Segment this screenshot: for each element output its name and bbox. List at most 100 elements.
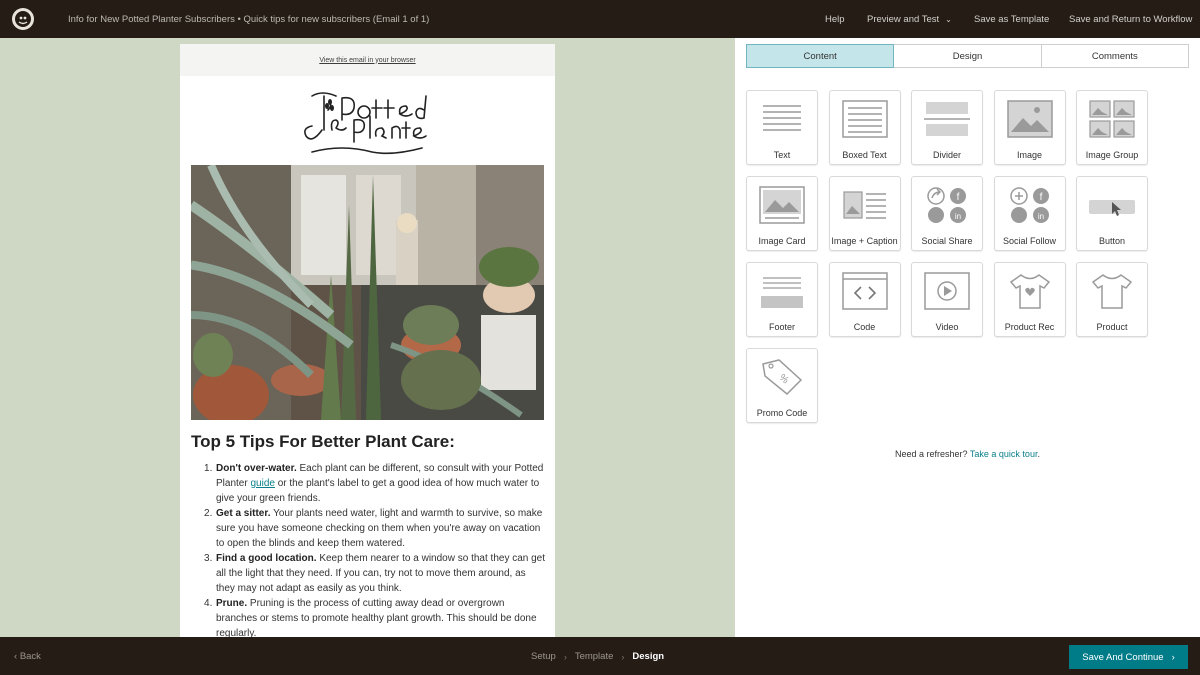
view-in-browser-link[interactable]: View this email in your browser [319, 57, 415, 64]
promo-code-tag-icon: % [762, 359, 803, 396]
preview-and-test-menu[interactable]: Preview and Test ⌄ [867, 14, 952, 25]
list-item: Find a good location. Keep them nearer t… [204, 551, 546, 596]
block-label: Boxed Text [842, 150, 887, 160]
svg-text:f: f [1039, 192, 1042, 203]
step-template[interactable]: Template [575, 651, 614, 662]
email-canvas: View this email in your browser Top 5 Ti… [0, 38, 735, 637]
block-image-group[interactable]: Image Group [1076, 90, 1148, 165]
block-label: Promo Code [756, 408, 808, 418]
image-block-icon [1006, 100, 1053, 138]
svg-text:in: in [955, 212, 961, 221]
mailchimp-logo-icon[interactable] [11, 7, 35, 31]
hero-plant-image[interactable] [191, 165, 544, 420]
panel-tabs: Content Design Comments [746, 44, 1189, 68]
step-design[interactable]: Design [632, 651, 664, 662]
block-footer[interactable]: Footer [746, 262, 818, 337]
list-item: Prune. Pruning is the process of cutting… [204, 596, 546, 637]
content-panel: Content Design Comments Text Boxed Text … [735, 38, 1200, 637]
svg-text:f: f [957, 192, 960, 203]
step-setup[interactable]: Setup [531, 651, 556, 662]
block-divider[interactable]: Divider [911, 90, 983, 165]
tip-title: Don't over-water. [216, 463, 297, 474]
campaign-title: Info for New Potted Planter Subscribers … [68, 14, 430, 25]
button-block-icon [1089, 200, 1135, 216]
tab-comments[interactable]: Comments [1042, 45, 1188, 67]
block-image-caption[interactable]: Image + Caption [828, 176, 901, 251]
content-blocks-grid: Text Boxed Text Divider Image Image Grou… [746, 90, 1166, 423]
save-and-continue-button[interactable]: Save And Continue › [1069, 645, 1188, 669]
potted-planter-logo[interactable] [302, 86, 432, 158]
block-label: Footer [768, 322, 795, 332]
block-image-card[interactable]: Image Card [746, 176, 818, 251]
video-block-icon [924, 272, 970, 310]
chevron-down-icon: ⌄ [945, 15, 952, 24]
block-image[interactable]: Image [993, 90, 1066, 165]
save-and-continue-label: Save And Continue [1082, 651, 1164, 663]
social-follow-block-icon: f in [1009, 187, 1049, 223]
block-text[interactable]: Text [746, 90, 818, 165]
list-item: Don't over-water. Each plant can be diff… [204, 461, 546, 506]
block-label: Code [853, 322, 876, 332]
block-label: Product [1096, 322, 1128, 332]
block-label: Image + Caption [831, 236, 898, 246]
help-link[interactable]: Help [825, 14, 845, 25]
list-item: Get a sitter. Your plants need water, li… [204, 506, 546, 551]
social-share-block-icon: f in [927, 187, 966, 223]
svg-text:%: % [777, 372, 791, 386]
block-promo-code[interactable]: % Promo Code [746, 348, 818, 423]
save-and-return-link[interactable]: Save and Return to Workflow [1069, 14, 1192, 25]
image-group-block-icon [1089, 100, 1135, 138]
preheader: View this email in your browser [180, 44, 555, 76]
divider-block-icon [924, 102, 970, 136]
email-heading: Top 5 Tips For Better Plant Care: [191, 432, 455, 451]
save-as-template-link[interactable]: Save as Template [974, 14, 1049, 25]
block-label: Social Share [921, 236, 973, 246]
block-label: Video [935, 322, 959, 332]
code-block-icon [841, 272, 888, 310]
tips-list: Don't over-water. Each plant can be diff… [204, 461, 546, 637]
tab-design[interactable]: Design [894, 45, 1042, 67]
bottom-bar: ‹ Back Setup › Template › Design [0, 637, 1200, 675]
block-label: Image [1016, 150, 1042, 160]
block-social-share[interactable]: f in Social Share [911, 176, 983, 251]
block-label: Divider [932, 150, 961, 160]
step-breadcrumb: Setup › Template › Design [531, 651, 664, 662]
boxed-text-block-icon [841, 100, 888, 138]
block-social-follow[interactable]: f in Social Follow [993, 176, 1066, 251]
chevron-right-icon: › [563, 651, 567, 662]
chevron-right-icon: › [1171, 651, 1175, 663]
block-label: Button [1098, 236, 1126, 246]
preview-and-test-label: Preview and Test [867, 14, 940, 25]
block-video[interactable]: Video [911, 262, 983, 337]
tip-title: Find a good location. [216, 553, 317, 564]
refresher-text: Need a refresher? [895, 449, 968, 459]
footer-block-icon [761, 277, 803, 308]
svg-text:in: in [1037, 212, 1043, 221]
block-label: Image Group [1085, 150, 1139, 160]
chevron-right-icon: › [621, 651, 625, 662]
top-bar: Info for New Potted Planter Subscribers … [0, 0, 1200, 38]
block-label: Image Card [758, 236, 806, 246]
chevron-left-icon: ‹ [14, 651, 18, 662]
text-block-icon [763, 105, 801, 131]
refresher-note: Need a refresher? Take a quick tour. [895, 449, 1040, 459]
block-button[interactable]: Button [1076, 176, 1148, 251]
block-label: Social Follow [1002, 236, 1057, 246]
tip-title: Prune. [216, 598, 248, 609]
tab-content[interactable]: Content [746, 44, 895, 68]
product-block-icon [1091, 274, 1133, 309]
block-label: Product Rec [1004, 322, 1055, 332]
quick-tour-link[interactable]: Take a quick tour [970, 449, 1038, 459]
back-button[interactable]: ‹ Back [14, 651, 41, 662]
guide-link[interactable]: guide [250, 478, 274, 489]
tip-text: Pruning is the process of cutting away d… [216, 598, 537, 637]
block-label: Text [773, 150, 791, 160]
block-product[interactable]: Product [1076, 262, 1148, 337]
block-product-rec[interactable]: Product Rec [993, 262, 1066, 337]
tip-title: Get a sitter. [216, 508, 271, 519]
block-boxed-text[interactable]: Boxed Text [828, 90, 901, 165]
image-caption-block-icon [842, 191, 886, 219]
block-code[interactable]: Code [828, 262, 901, 337]
image-card-block-icon [759, 186, 805, 224]
email-preview: View this email in your browser Top 5 Ti… [180, 44, 555, 637]
